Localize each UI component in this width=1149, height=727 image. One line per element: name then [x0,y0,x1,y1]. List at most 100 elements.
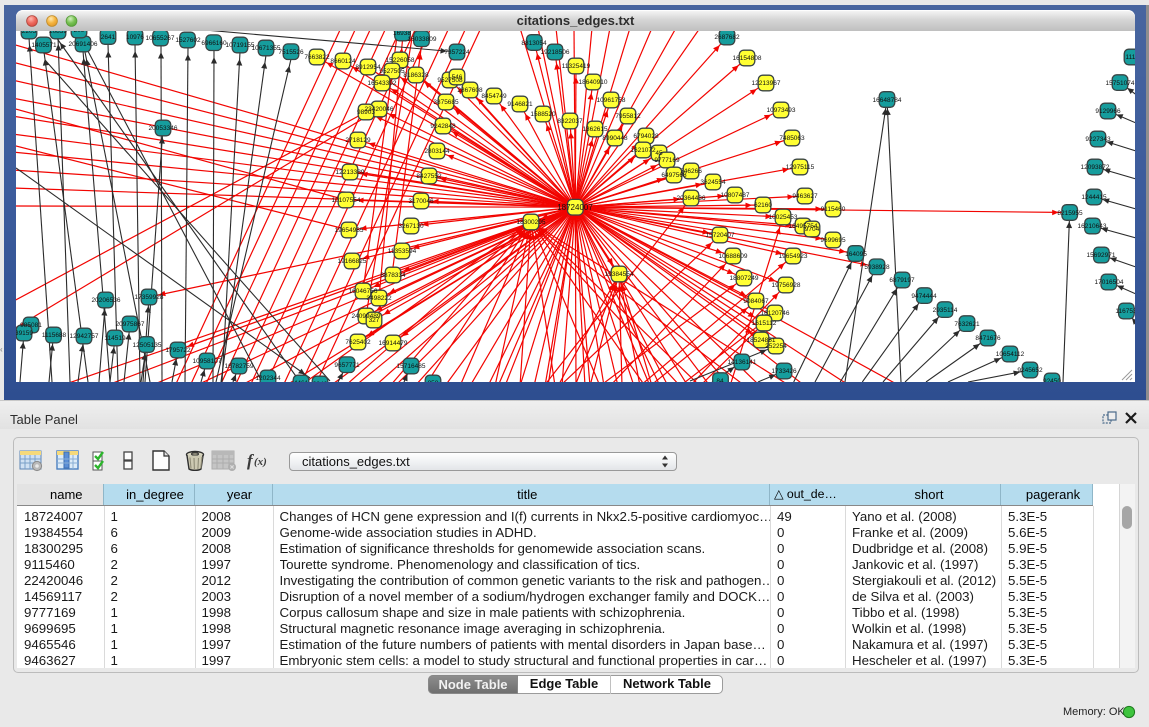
svg-text:10973493: 10973493 [767,107,796,114]
svg-text:2205: 2205 [22,31,37,35]
svg-text:858: 858 [428,380,439,382]
svg-text:9227343: 9227343 [1085,136,1111,143]
svg-text:14136141: 14136141 [728,359,757,366]
svg-text:12505135: 12505135 [133,342,162,349]
svg-text:6794028: 6794028 [633,133,659,140]
svg-text:9115460: 9115460 [821,206,846,213]
svg-text:11325419: 11325419 [562,63,591,70]
svg-text:20206536: 20206536 [92,297,121,304]
svg-text:3170046: 3170046 [408,198,434,205]
svg-text:2641: 2641 [101,34,116,41]
svg-text:1621072: 1621072 [630,147,656,154]
svg-text:20975867: 20975867 [116,321,145,328]
svg-text:18300295: 18300295 [517,219,546,226]
svg-text:10958107: 10958107 [193,358,222,365]
svg-text:3267130: 3267130 [398,223,424,230]
svg-text:17359928: 17359928 [135,294,164,301]
svg-text:(x): (x) [254,456,267,468]
svg-text:3624554: 3624554 [700,179,726,186]
svg-text:6879197: 6879197 [889,277,915,284]
svg-text:19654985: 19654985 [335,227,364,234]
svg-text:16782759: 16782759 [225,363,254,370]
svg-text:8471676: 8471676 [975,335,1001,342]
svg-text:9146821: 9146821 [507,101,533,108]
svg-text:6497568: 6497568 [661,172,687,179]
svg-text:16154808: 16154808 [733,55,762,62]
svg-text:164095: 164095 [845,251,867,258]
svg-text:45: 45 [655,150,663,157]
svg-text:7485063: 7485063 [779,135,805,142]
svg-text:20053346: 20053346 [149,125,178,132]
svg-text:7625402: 7625402 [345,339,371,346]
svg-text:10655267: 10655267 [146,35,175,42]
svg-text:116753: 116753 [1115,308,1135,315]
svg-text:16210643: 16210643 [1078,223,1107,230]
svg-text:9704: 9704 [805,226,820,233]
svg-text:10671355: 10671355 [252,45,281,52]
svg-text:16046756: 16046756 [349,288,378,295]
svg-text:8813054: 8813054 [521,40,547,47]
svg-text:327: 327 [369,317,380,324]
svg-text:19756928: 19756928 [772,282,801,289]
svg-text:16914479: 16914479 [379,340,408,347]
svg-text:12975115: 12975115 [786,164,815,171]
svg-text:11353594: 11353594 [388,248,417,255]
svg-text:2718129: 2718129 [345,137,371,144]
svg-text:98903: 98903 [357,109,375,116]
svg-text:8990448: 8990448 [602,135,628,142]
svg-text:7955812: 7955812 [615,113,641,120]
svg-text:10807487: 10807487 [721,192,750,199]
svg-text:1615112: 1615112 [752,320,777,327]
svg-text:1588520: 1588520 [530,111,556,118]
svg-text:12093872: 12093872 [1081,164,1110,171]
svg-text:16543392: 16543392 [368,80,397,87]
svg-text:9463627: 9463627 [792,193,818,200]
svg-text:2687682: 2687682 [714,34,740,41]
svg-text:15751074: 15751074 [1106,80,1135,87]
svg-text:9699695: 9699695 [820,237,846,244]
svg-text:9242848: 9242848 [430,123,456,130]
svg-text:16033809: 16033809 [408,36,437,43]
svg-text:92450: 92450 [1043,378,1061,382]
svg-text:10688609: 10688609 [719,253,748,260]
svg-text:114519: 114519 [104,335,126,342]
svg-text:546: 546 [452,74,463,81]
svg-text:39159: 39159 [16,330,33,337]
svg-text:19218506: 19218506 [541,49,570,56]
svg-text:1795722: 1795722 [165,347,191,354]
svg-text:15716485: 15716485 [397,363,426,370]
svg-text:10025453: 10025453 [769,214,798,221]
svg-text:1111: 1111 [1125,54,1135,61]
svg-text:18807249: 18807249 [730,275,759,282]
svg-text:62160: 62160 [754,202,772,209]
svg-text:1405571: 1405571 [31,42,57,49]
svg-text:9245652: 9245652 [1017,367,1043,374]
svg-text:20691406: 20691406 [69,41,98,48]
svg-text:17016504: 17016504 [1095,279,1124,286]
svg-text:19384554: 19384554 [605,271,634,278]
svg-text:18724007: 18724007 [557,203,593,212]
svg-text:8454749: 8454749 [481,93,507,100]
svg-text:10976: 10976 [126,34,144,41]
svg-text:6966160: 6966160 [201,40,227,47]
svg-text:10719155: 10719155 [226,42,255,49]
svg-text:9657771: 9657771 [334,362,360,369]
svg-text:8660124: 8660124 [330,58,356,65]
svg-text:8215955: 8215955 [1057,210,1083,217]
svg-text:19654923: 19654923 [779,253,808,260]
svg-text:2935114: 2935114 [933,307,958,314]
svg-text:9777169: 9777169 [654,157,680,164]
svg-text:8427552: 8427552 [416,173,442,180]
svg-text:8878334: 8878334 [380,272,406,279]
svg-text:1733426: 1733426 [771,368,797,375]
svg-text:1115688: 1115688 [42,332,67,339]
svg-text:7632621: 7632621 [954,321,980,328]
svg-text:18640910: 18640910 [579,79,608,86]
svg-text:15226058: 15226058 [386,57,415,64]
svg-text:20859: 20859 [49,31,67,35]
svg-text:1202344: 1202344 [255,375,281,382]
svg-text:12942757: 12942757 [70,333,99,340]
svg-text:10107554: 10107554 [332,197,361,204]
svg-text:84: 84 [716,378,724,382]
svg-text:8186328: 8186328 [403,72,429,79]
